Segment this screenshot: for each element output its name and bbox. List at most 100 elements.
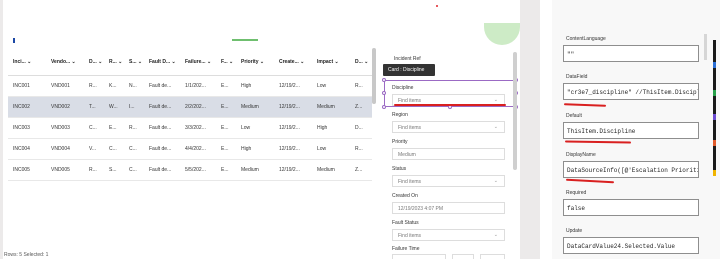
failure-minute-input[interactable] (480, 254, 505, 259)
data-table[interactable]: Inci... ⌄ Vendo... ⌄ D... ⌄ R... ⌄ S... ⌄ Fau… (8, 48, 372, 181)
form-title: Incident Ref (394, 56, 421, 62)
default-label: Default (566, 113, 582, 119)
chevron-down-icon: ⌄ (493, 124, 498, 130)
table-cell: 12/19/2... (279, 146, 300, 152)
table-cell: D... (355, 125, 363, 131)
created-on-value: 12/19/2023 4:07 PM (398, 206, 444, 212)
table-header[interactable]: Inci... ⌄ Vendo... ⌄ D... ⌄ R... ⌄ S... ⌄ Fau… (8, 48, 372, 76)
table-cell: Medium (317, 104, 335, 110)
table-row[interactable]: INC002 VND002 T... W... I... Fault de... 2/2/2… (8, 97, 372, 118)
table-scrollbar[interactable] (372, 48, 376, 104)
chevron-down-icon: ⌄ (493, 97, 498, 103)
table-cell: K... (109, 83, 117, 89)
column-header[interactable]: S... ⌄ (124, 59, 144, 65)
created-on-field[interactable]: 12/19/2023 4:07 PM (392, 202, 505, 214)
table-cell: R... (89, 167, 97, 173)
table-cell: R... (129, 125, 137, 131)
fault-status-combobox[interactable]: Find items ⌄ (392, 229, 505, 241)
table-cell: Fault de... (149, 167, 172, 173)
created-on-label: Created On (392, 193, 418, 199)
failure-hour-input[interactable] (452, 254, 474, 259)
table-cell: INC004 (13, 146, 30, 152)
contentlanguage-label: ContentLanguage (566, 36, 606, 42)
column-header[interactable]: Failure... ⌄ (180, 59, 216, 65)
table-cell: INC005 (13, 167, 30, 173)
required-input[interactable]: false (563, 199, 699, 216)
tool-chip[interactable] (713, 140, 716, 146)
table-cell: VND003 (51, 125, 70, 131)
table-row[interactable]: INC005 VND005 R... S... C... Fault de... 5/5/2… (8, 160, 372, 181)
priority-value: Medium (398, 152, 416, 158)
displayname-input[interactable]: DataSourceInfo([@'Escalation Prioriti… (563, 161, 699, 178)
table-row[interactable]: INC003 VND003 C... E... R... Fault de... 3/3/2… (8, 118, 372, 139)
red-underline (394, 104, 506, 106)
table-cell: Fault de... (149, 104, 172, 110)
column-header[interactable]: Priority ⌄ (236, 59, 274, 65)
contentlanguage-input[interactable]: "" (563, 45, 699, 62)
tool-chip[interactable] (713, 170, 716, 176)
column-header[interactable]: F... ⌄ (216, 59, 236, 65)
table-cell: W... (109, 104, 118, 110)
resize-handle[interactable] (382, 91, 386, 95)
priority-field[interactable]: Medium (392, 148, 505, 160)
table-cell: 1/1/202... (185, 83, 206, 89)
table-cell: Fault de... (149, 146, 172, 152)
rows-status: Rows: 5 Selected: 1 (4, 252, 49, 258)
tool-chip[interactable] (713, 62, 716, 68)
column-header[interactable]: Impact ⌄ (312, 59, 350, 65)
table-row[interactable]: INC004 VND004 V... C... C... Fault de... 4/4/2… (8, 139, 372, 160)
tool-chip[interactable] (713, 114, 716, 120)
table-cell: Low (241, 125, 251, 131)
datafield-input[interactable]: "cr3e7_discipline" //ThisItem.Discipl… (563, 83, 699, 100)
failure-date-input[interactable] (392, 254, 446, 259)
table-cell: INC001 (13, 83, 30, 89)
table-cell: E... (221, 104, 229, 110)
table-row[interactable]: INC001 VND001 R... K... N... Fault de... 1/1/2… (8, 76, 372, 97)
table-cell: Fault de... (149, 83, 172, 89)
table-cell: C... (129, 167, 137, 173)
status-label: Status (392, 166, 407, 172)
table-cell: Z... (355, 104, 363, 110)
table-cell: C... (129, 146, 137, 152)
column-header[interactable]: D... ⌄ (350, 59, 372, 65)
resize-handle[interactable] (382, 105, 386, 109)
table-cell: Fault de... (149, 125, 172, 131)
table-cell: 5/5/202... (185, 167, 206, 173)
table-cell: High (241, 83, 252, 89)
table-cell: E... (221, 125, 229, 131)
table-cell: INC002 (13, 104, 30, 110)
red-marker (436, 5, 438, 7)
region-combobox[interactable]: Find items ⌄ (392, 121, 505, 133)
table-cell: VND005 (51, 167, 70, 173)
table-cell: T... (89, 104, 96, 110)
table-cell: Medium (317, 167, 335, 173)
table-cell: VND001 (51, 83, 70, 89)
status-combobox[interactable]: Find items ⌄ (392, 175, 505, 187)
table-cell: E... (109, 125, 117, 131)
table-cell: INC003 (13, 125, 30, 131)
table-cell: Low (317, 146, 327, 152)
resize-handle[interactable] (382, 78, 386, 82)
table-cell: 12/19/2... (279, 83, 300, 89)
default-input[interactable]: ThisItem.Discipline (563, 122, 699, 139)
panel-scrollbar[interactable] (704, 34, 707, 60)
column-header[interactable]: Vendo... ⌄ (46, 59, 84, 65)
table-cell: I... (129, 104, 135, 110)
table-cell: R... (355, 83, 363, 89)
form-scrollbar[interactable] (513, 52, 517, 170)
table-cell: R... (355, 146, 363, 152)
column-header[interactable]: D... ⌄ (84, 59, 104, 65)
column-header[interactable]: R... ⌄ (104, 59, 124, 65)
table-cell: N... (129, 83, 137, 89)
update-input[interactable]: DataCardValue24.Selected.Value (563, 237, 699, 254)
column-header[interactable]: Inci... ⌄ (8, 59, 46, 65)
blue-mark (13, 38, 15, 43)
table-cell: 4/4/202... (185, 146, 206, 152)
required-label: Required (566, 190, 587, 196)
right-toolbar (713, 40, 716, 174)
table-cell: High (317, 125, 328, 131)
column-header[interactable]: Fault D... ⌄ (144, 59, 180, 65)
column-header[interactable]: Create... ⌄ (274, 59, 312, 65)
tool-chip[interactable] (713, 90, 716, 96)
region-placeholder: Find items (398, 125, 422, 131)
